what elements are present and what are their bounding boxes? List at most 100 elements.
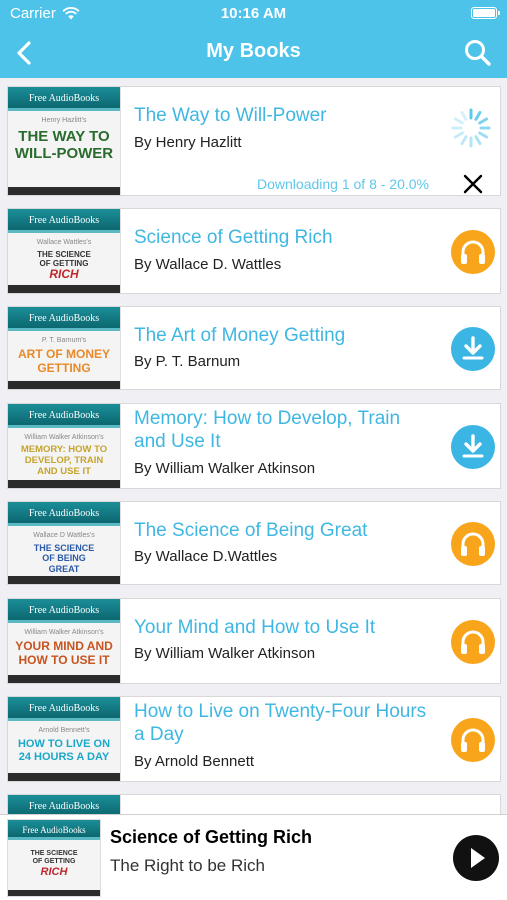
book-title: The Way to Will-Power [134,105,327,126]
cover-footer [8,576,120,584]
cover-footer [8,890,100,896]
status-bar: Carrier 10:16 AM [0,0,507,28]
cover-title-line: THE SCIENCE [30,850,78,857]
book-cover: Free AudioBooks William Walker Atkinson'… [8,404,121,488]
cover-title-line: WILL-POWER [14,145,114,163]
book-row[interactable]: Free AudioBooks Wallace Wattles's THE SC… [7,208,501,294]
cover-title-line: OF BEING [42,553,86,564]
cover-author: Arnold Bennett's [38,727,90,734]
book-row[interactable]: Free AudioBooks P. T. Barnum's ART OF MO… [7,306,501,390]
cover-footer [8,480,120,488]
cover-brand: Free AudioBooks [8,307,120,331]
book-author: By Arnold Bennett [134,753,255,770]
book-title: Your Mind and How to Use It [134,617,376,638]
download-icon [462,434,484,458]
play-audio-button[interactable] [451,718,495,762]
cover-author: P. T. Barnum's [41,337,87,344]
cover-author: Wallace Wattles's [36,239,92,246]
book-author: By Wallace D.Wattles [134,548,278,565]
cover-brand: Free AudioBooks [8,795,120,814]
cover-footer [8,285,120,293]
cover-brand: Free AudioBooks [8,697,120,721]
cover-author: Wallace D Wattles's [33,532,95,539]
headphones-icon [461,240,485,264]
cover-title-line: RICH [49,267,79,282]
spinner-icon [451,108,491,148]
cover-title: THE SCIENCE OF BEING GREAT [8,543,120,574]
headphones-icon [461,630,485,654]
book-author: By Henry Hazlitt [134,134,242,151]
cover-title: YOUR MIND AND HOW TO USE IT [8,639,120,668]
cover-title-line: RICH [40,866,68,879]
book-author: By P. T. Barnum [134,353,241,370]
play-button[interactable] [453,835,499,881]
page-title: My Books [206,40,301,62]
download-icon [462,336,484,360]
book-title: Science of Getting Rich [134,227,333,248]
book-cover: Free AudioBooks Arnold Bennett's HOW TO … [8,697,121,781]
book-row[interactable]: Free AudioBooks Wallace D Wattles's THE … [7,501,501,585]
play-audio-button[interactable] [451,620,495,664]
now-playing-title: Science of Getting Rich [110,827,313,847]
book-author: By William Walker Atkinson [134,645,316,662]
cover-title-line: HOW TO USE IT [18,652,110,667]
book-cover: Free AudioBooks Wallace D Wattles's THE … [8,502,121,584]
cover-title-line: AND USE IT [37,465,91,477]
play-icon [471,848,485,868]
headphones-icon [461,728,485,752]
cover-title: THE SCIENCE OF GETTING RICH [8,250,120,282]
cover-footer [8,675,120,683]
cover-title-line: OF GETTING [32,858,76,866]
search-button[interactable] [461,36,495,70]
book-author: By Wallace D. Wattles [134,256,282,273]
cover-brand: Free AudioBooks [8,820,100,840]
book-cover: Free AudioBooks William Walker Atkinson'… [8,599,121,683]
now-playing-bar[interactable]: Free AudioBooks THE SCIENCE OF GETTING R… [0,814,507,900]
cover-title-line: THE SCIENCE [37,250,91,259]
now-playing-chapter: The Right to be Rich [110,856,265,875]
book-title: Memory: How to Develop, Train and Use It [134,408,401,452]
play-audio-button[interactable] [451,522,495,566]
book-title: The Art of Money Getting [134,325,346,346]
download-button[interactable] [451,327,495,371]
cover-title-line: ART OF MONEY [18,347,110,361]
download-progress-text: Downloading 1 of 8 - 20.0% [257,176,429,192]
book-list: Free AudioBooks Henry Hazlitt's THE WAY … [0,78,507,814]
cover-title: MEMORY: HOW TO DEVELOP, TRAIN AND USE IT [8,444,120,478]
cover-author: William Walker Atkinson's [24,434,104,441]
cover-author: William Walker Atkinson's [24,629,104,636]
search-icon [465,40,491,66]
cover-title-line: GETTING [37,360,91,375]
book-row[interactable]: Free AudioBooks William Walker Atkinson'… [7,598,501,684]
cover-title-line: 24 HOURS A DAY [18,750,110,763]
cover-title-line: THE SCIENCE [33,543,95,553]
cover-brand: Free AudioBooks [8,502,120,526]
download-button[interactable] [451,425,495,469]
cover-title: HOW TO LIVE ON 24 HOURS A DAY [8,738,120,763]
cover-footer [8,187,120,195]
book-author: By William Walker Atkinson [134,460,316,477]
cover-title-line: YOUR MIND AND [15,639,113,653]
book-cover: Free AudioBooks Henry Hazlitt's THE WAY … [8,87,121,195]
cover-footer [8,381,120,389]
cover-title-line: HOW TO LIVE ON [17,738,111,750]
book-cover: Free AudioBooks P. T. Barnum's ART OF MO… [8,307,121,389]
book-cover: Free AudioBooks [8,795,121,814]
cover-brand: Free AudioBooks [8,599,120,623]
book-row[interactable]: Free AudioBooks [7,794,501,814]
cover-title: ART OF MONEY GETTING [8,347,120,376]
close-icon[interactable] [462,173,484,195]
cover-brand: Free AudioBooks [8,209,120,233]
headphones-icon [461,532,485,556]
cover-author: Henry Hazlitt's [41,117,87,124]
book-row[interactable]: Free AudioBooks Arnold Bennett's HOW TO … [7,696,501,782]
cover-brand: Free AudioBooks [8,404,120,428]
book-row[interactable]: Free AudioBooks Henry Hazlitt's THE WAY … [7,86,501,196]
book-title: How to Live on Twenty-Four Hours a Day [134,701,427,745]
cover-footer [8,773,120,781]
cover-title: THE SCIENCE OF GETTING RICH [8,850,100,879]
book-row[interactable]: Free AudioBooks William Walker Atkinson'… [7,403,501,489]
clock: 10:16 AM [220,5,287,22]
book-title: The Science of Being Great [134,520,368,541]
play-audio-button[interactable] [451,230,495,274]
